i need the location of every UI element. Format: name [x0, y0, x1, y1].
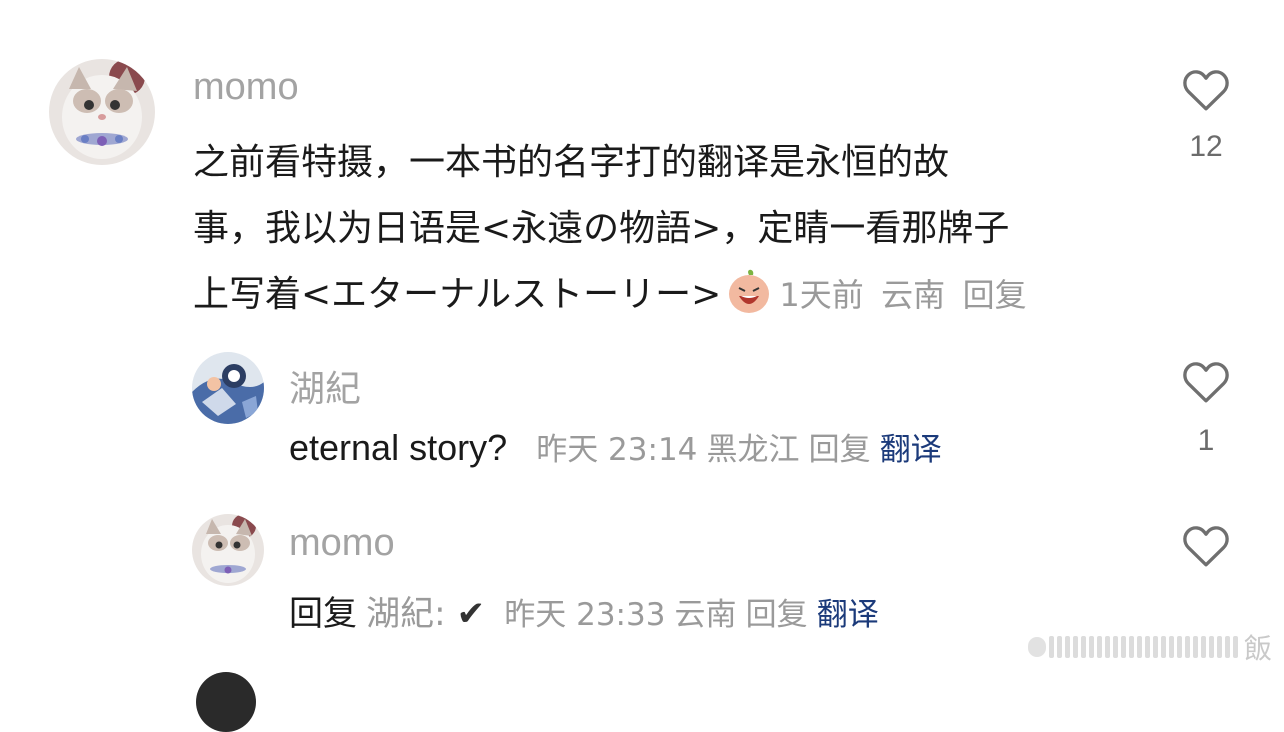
next-comment-avatar[interactable]	[196, 672, 256, 732]
comment-text: ✔	[456, 594, 486, 634]
comment-text-line: 之前看特摄，一本书的名字打的翻译是永恒的故	[193, 142, 950, 183]
username[interactable]: momo	[289, 522, 395, 565]
reply-prefix: 回复	[289, 594, 357, 634]
comment-text: eternal story?	[289, 427, 508, 468]
cat-avatar-icon	[192, 514, 264, 586]
comment-text-line: 事，我以为日语是<永遠の物語>，定睛一看那牌子	[193, 208, 1010, 249]
comment-text-row: 回复 湖紀: ✔ 昨天 23:33 云南 回复 翻译	[289, 586, 879, 635]
username[interactable]: momo	[193, 66, 299, 109]
reply-to-user[interactable]: 湖紀:	[366, 594, 445, 634]
watermark-barcode	[1027, 636, 1238, 658]
watermark: 飯	[1027, 627, 1272, 667]
translate-button[interactable]: 翻译	[817, 597, 879, 633]
avatar[interactable]	[192, 514, 264, 586]
comment-text-line-3: 上写着<エターナルストーリー>	[193, 274, 722, 315]
comment-location: 云南	[674, 597, 737, 633]
anime-avatar-icon	[192, 352, 264, 424]
like-button[interactable]: 1	[1176, 358, 1236, 458]
crying-face-emoji-icon	[725, 266, 773, 336]
comment-time: 1天前	[779, 276, 864, 314]
comment-text: 之前看特摄，一本书的名字打的翻译是永恒的故 事，我以为日语是<永遠の物語>，定睛…	[193, 130, 1153, 336]
comment-location: 黑龙江	[706, 432, 800, 468]
avatar[interactable]	[49, 59, 155, 165]
heart-outline-icon	[1183, 362, 1229, 403]
cat-avatar-icon	[49, 59, 155, 165]
translate-button[interactable]: 翻译	[880, 432, 942, 468]
heart-outline-icon	[1183, 526, 1229, 567]
watermark-text: 飯	[1243, 632, 1272, 665]
comment-location: 云南	[881, 276, 946, 314]
comment-time: 昨天 23:33	[504, 597, 666, 633]
reply-button[interactable]: 回复	[809, 432, 871, 468]
like-button[interactable]	[1176, 522, 1236, 568]
comment-text-row: eternal story? 昨天 23:14 黑龙江 回复 翻译	[289, 424, 942, 469]
avatar[interactable]	[192, 352, 264, 424]
like-button[interactable]: 12	[1176, 66, 1236, 164]
comment-text-line: 上写着<エターナルストーリー> 1天前 云南 回复	[193, 262, 1153, 336]
comment-time: 昨天 23:14	[536, 432, 698, 468]
reply-button[interactable]: 回复	[746, 597, 808, 633]
like-count: 12	[1189, 130, 1223, 163]
heart-outline-icon	[1183, 70, 1229, 111]
reply-button[interactable]: 回复	[963, 276, 1027, 314]
like-count: 1	[1197, 424, 1215, 457]
username[interactable]: 湖紀	[289, 360, 361, 412]
